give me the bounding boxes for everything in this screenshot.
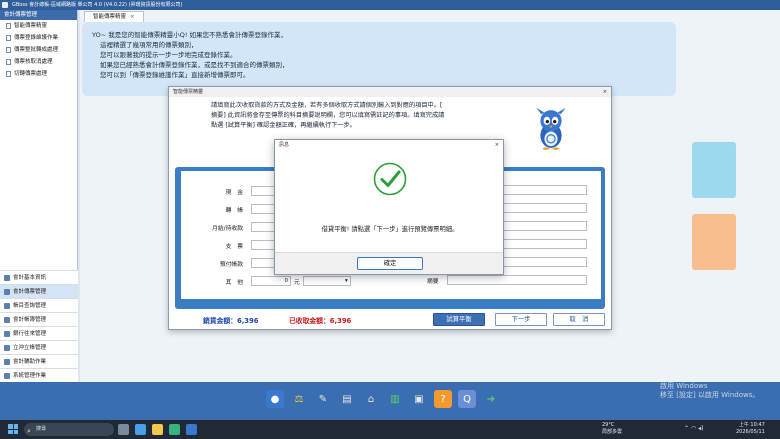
tab-close-icon[interactable]: ×: [130, 12, 135, 22]
sales-amount-total: 銷貨金額：6,396: [203, 317, 259, 325]
taskbar: ⌕ 搜尋 29°C 局部多雲 ⌃ ◠ ◂) 上午 10:47 2026/05/1…: [0, 420, 780, 439]
gear-icon: [4, 372, 10, 379]
volume-icon[interactable]: ◂): [698, 425, 703, 432]
windows-start-icon[interactable]: [8, 424, 18, 434]
wizard-titlebar: 智能傳票精靈 ×: [169, 87, 611, 97]
window-titlebar: GBoss 會計總帳-區域網路版 單公司 4.0 (V4.0.22) (昇環資訊…: [0, 0, 780, 10]
message-text: 借貸平衡! 請點選「下一步」進行預覽傳票明細。: [321, 226, 459, 233]
document-icon: [6, 71, 11, 77]
taskbar-apps: [118, 424, 197, 435]
bank-icon[interactable]: ⌂: [362, 390, 380, 408]
dock-icons: ● ⚖ ✎ ▤ ⌂ ▥ ▣ ? Q ➔: [266, 390, 500, 408]
chevron-up-icon[interactable]: ⌃: [684, 425, 689, 432]
app-logo-icon: [2, 2, 8, 8]
document-icon: [6, 23, 11, 29]
tree-item-voucher-entry[interactable]: 傳票登錄維護作業: [0, 32, 77, 44]
sidebar: 會計傳票管理 智能傳票精靈 傳票登錄維護作業 傳票整批轉成處理 傳票核取消處理 …: [0, 10, 78, 382]
invoice-icon[interactable]: ✎: [314, 390, 332, 408]
quick-card-2[interactable]: [692, 214, 736, 270]
offset-icon: [4, 344, 10, 351]
tree-item-batch-convert[interactable]: 傳票整批轉成處理: [0, 44, 77, 56]
sidebar-header: 會計傳票管理: [0, 10, 77, 20]
menu-item-voucher-mgmt[interactable]: 會計傳票管理: [0, 284, 78, 298]
message-titlebar: 訊息 ×: [279, 140, 499, 150]
wizard-footer: 銷貨金額：6,396 已收取金額：6,396 試算平衡 下一步 取 消: [169, 311, 611, 329]
scale-icon[interactable]: ⚖: [290, 390, 308, 408]
summary-label: 摘要: [427, 279, 439, 285]
wifi-icon[interactable]: ◠: [691, 425, 696, 432]
summary-field[interactable]: [447, 275, 587, 285]
tree-item-cancel-approval[interactable]: 傳票核取消處理: [0, 56, 77, 68]
info-icon: [4, 274, 10, 281]
file-explorer-icon[interactable]: [152, 424, 163, 435]
ok-button[interactable]: 確定: [357, 257, 423, 270]
task-view-icon[interactable]: [118, 424, 129, 435]
tools-icon: [4, 358, 10, 365]
help-icon[interactable]: ?: [434, 390, 452, 408]
tab-smart-wizard[interactable]: 智能傳票精靈 ×: [84, 11, 144, 22]
menu-item-aux-ops[interactable]: 會計輔助作業: [0, 354, 78, 368]
success-check-icon: [373, 162, 407, 196]
edge-browser-icon[interactable]: [169, 424, 180, 435]
menu-item-account-query[interactable]: 帳目查詢管理: [0, 298, 78, 312]
menu-item-system-mgmt[interactable]: 系統管理作業: [0, 368, 78, 382]
cancel-button[interactable]: 取 消: [553, 313, 605, 326]
document-icon: [6, 47, 11, 53]
taskbar-search-input[interactable]: ⌕ 搜尋: [24, 423, 114, 436]
sidebar-menu: 會計基本資訊 會計傳票管理 帳目查詢管理 會計帳簿管理 銀行往來管理 立沖立帳管…: [0, 270, 78, 382]
document-icon: [6, 59, 11, 65]
activation-watermark: 啟用 Windows 移至 [設定] 以啟用 Windows。: [660, 382, 760, 399]
search-icon: [4, 302, 10, 309]
weather-widget[interactable]: 29°C 局部多雲: [602, 422, 622, 436]
next-step-button[interactable]: 下一步: [495, 313, 547, 326]
sidebar-tree: 智能傳票精靈 傳票登錄維護作業 傳票整批轉成處理 傳票核取消處理 切轉傳票處理: [0, 20, 77, 80]
widgets-icon[interactable]: [135, 424, 146, 435]
other-type-dropdown[interactable]: [302, 276, 351, 286]
trash-icon[interactable]: ▥: [386, 390, 404, 408]
close-icon[interactable]: ×: [495, 140, 499, 150]
document-icon[interactable]: ▤: [338, 390, 356, 408]
bank-icon: [4, 330, 10, 337]
menu-item-bank-mgmt[interactable]: 銀行往來管理: [0, 326, 78, 340]
menu-item-ledger-mgmt[interactable]: 會計帳簿管理: [0, 312, 78, 326]
book-icon: [4, 316, 10, 323]
exit-icon[interactable]: ➔: [482, 390, 500, 408]
tree-item-transfer-voucher[interactable]: 切轉傳票處理: [0, 68, 77, 80]
search-icon: ⌕: [27, 427, 31, 435]
trial-balance-button[interactable]: 試算平衡: [433, 313, 485, 326]
voucher-icon: [4, 288, 10, 295]
q-assistant-icon[interactable]: Q: [458, 390, 476, 408]
window-title: GBoss 會計總帳-區域網路版 單公司 4.0 (V4.0.22) (昇環資訊…: [12, 2, 183, 8]
quick-card-1[interactable]: [692, 142, 736, 198]
close-icon[interactable]: ×: [603, 87, 607, 97]
menu-item-offset-mgmt[interactable]: 立沖立帳管理: [0, 340, 78, 354]
row-other: 其 他 0 元: [181, 275, 351, 287]
menu-item-basic-info[interactable]: 會計基本資訊: [0, 270, 78, 284]
gboss-app-icon[interactable]: [186, 424, 197, 435]
other-amount-field[interactable]: 0: [251, 276, 291, 286]
system-tray[interactable]: ⌃ ◠ ◂): [684, 425, 703, 432]
guide-speech-bubble: YO~ 我是您的智能傳票精靈小Q! 如果您不熟悉會計傳票登錄作業， 這裡精選了幾…: [82, 22, 676, 96]
message-footer: 確定: [275, 252, 503, 274]
mascot-icon: [536, 107, 566, 150]
message-box: 訊息 × 借貸平衡! 請點選「下一步」進行預覽傳票明細。 確定: [274, 139, 504, 275]
folder-icon[interactable]: ▣: [410, 390, 428, 408]
clock[interactable]: 上午 10:47 2026/05/11: [736, 422, 765, 436]
wizard-instructions: 請填寫此次收取貨款的方式及金額，若有多個收取方式請個別輸入到對應的項目中。[ 摘…: [211, 102, 445, 129]
received-amount-total: 已收取金額：6,396: [289, 317, 352, 325]
tree-item-smart-wizard[interactable]: 智能傳票精靈: [0, 20, 77, 32]
mascot-shortcut-icon[interactable]: ●: [266, 390, 284, 408]
document-icon: [6, 35, 11, 41]
